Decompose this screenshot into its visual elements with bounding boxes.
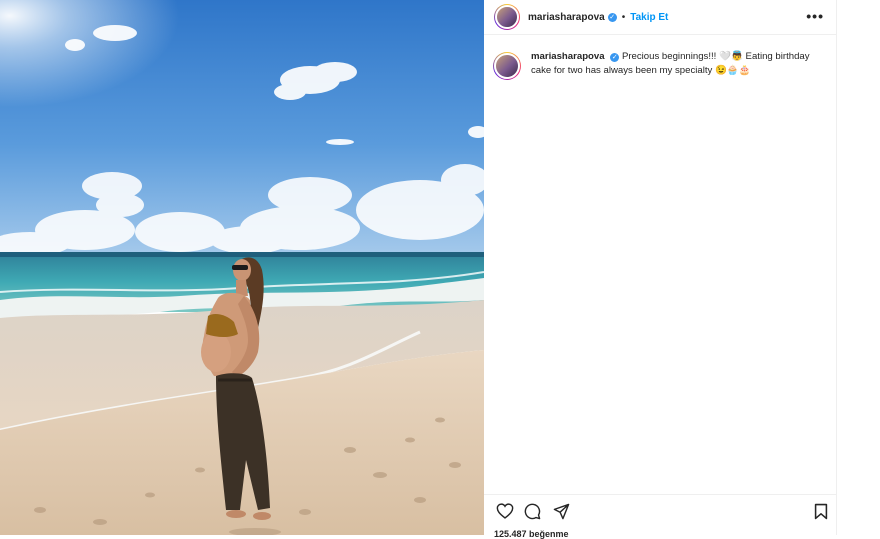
caption-username[interactable]: mariasharapova bbox=[531, 51, 605, 62]
follow-button[interactable]: Takip Et bbox=[630, 12, 668, 23]
caption: mariasharapova ✓ Precious beginnings!!! … bbox=[484, 50, 836, 80]
avatar[interactable] bbox=[494, 4, 520, 30]
bookmark-icon[interactable] bbox=[814, 503, 828, 525]
verified-badge-icon: ✓ bbox=[607, 12, 617, 22]
comment-icon[interactable] bbox=[524, 503, 541, 525]
likes-count[interactable]: 125.487 beğenme bbox=[494, 529, 569, 539]
post-side-panel: mariasharapova ✓ • Takip Et ••• mariasha… bbox=[484, 0, 837, 539]
verified-badge-icon: ✓ bbox=[610, 53, 620, 62]
caption-avatar[interactable] bbox=[493, 52, 521, 80]
action-bar bbox=[484, 494, 836, 525]
heart-icon[interactable] bbox=[496, 503, 514, 524]
beach-photo-image bbox=[0, 0, 484, 535]
username-link[interactable]: mariasharapova bbox=[528, 12, 605, 23]
separator-dot: • bbox=[621, 11, 626, 23]
share-icon[interactable] bbox=[553, 503, 570, 525]
caption-body: mariasharapova ✓ Precious beginnings!!! … bbox=[531, 50, 821, 80]
post-header: mariasharapova ✓ • Takip Et ••• bbox=[484, 0, 836, 35]
post-photo[interactable] bbox=[0, 0, 484, 535]
more-options-icon[interactable]: ••• bbox=[806, 8, 824, 24]
